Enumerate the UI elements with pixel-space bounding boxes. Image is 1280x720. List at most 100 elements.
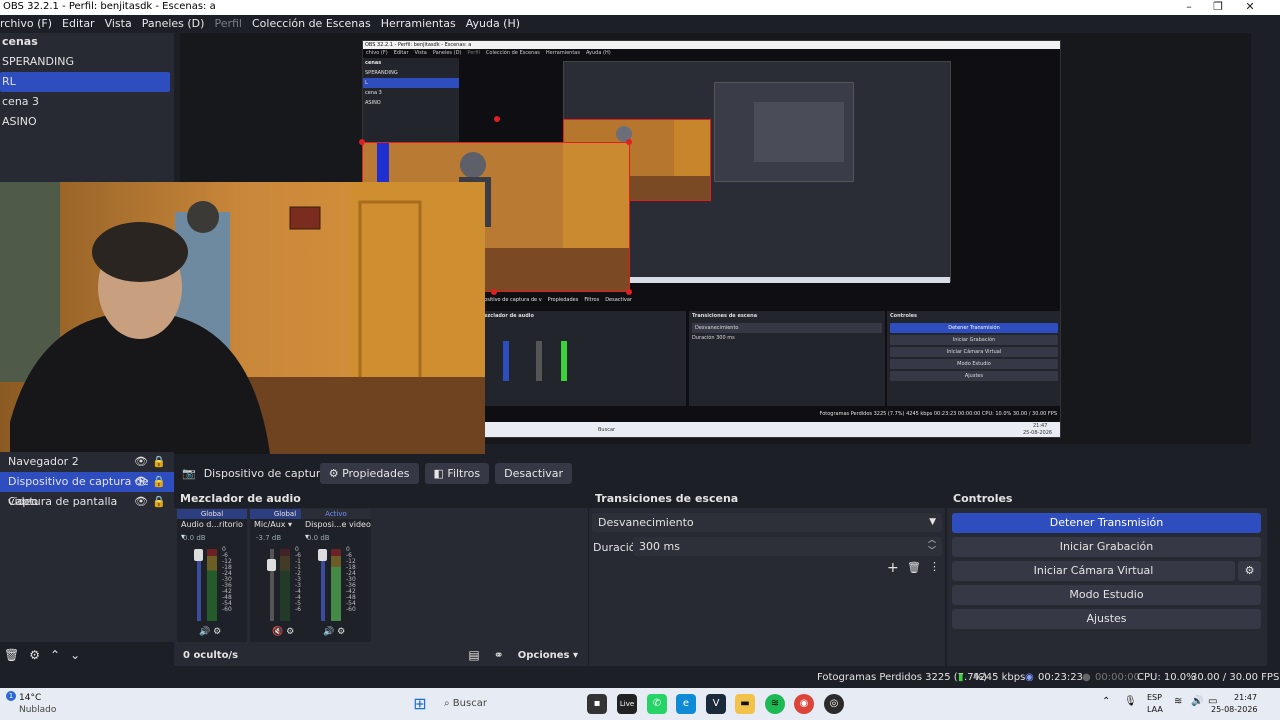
speaker-icon[interactable]: 🔊	[199, 627, 210, 637]
channel-tag: Global	[177, 509, 247, 519]
transition-select[interactable]: Desvanecimiento ▼	[592, 513, 942, 532]
trash-icon[interactable]: 🗑	[4, 648, 19, 662]
layout-icon[interactable]: ▤	[468, 648, 479, 662]
transition-selected: Desvanecimiento	[598, 516, 694, 529]
menu-file[interactable]: rchivo (F)	[0, 15, 57, 33]
gear-icon[interactable]: ⚙	[337, 627, 345, 637]
nested-controls: Controles Detener Transmisión Iniciar Gr…	[887, 311, 1060, 406]
channel-name[interactable]: Disposi...e video ▾	[301, 519, 371, 541]
spotify-icon[interactable]: ≋	[765, 694, 785, 714]
edge-icon[interactable]: e	[676, 694, 696, 714]
task-view-icon[interactable]: ▪	[587, 694, 607, 714]
language-1[interactable]: ESP	[1147, 693, 1162, 702]
live-app-icon[interactable]: Live	[617, 694, 637, 714]
settings-button[interactable]: Ajustes	[952, 609, 1261, 629]
fader-knob[interactable]	[194, 549, 203, 561]
language-2[interactable]: LAA	[1147, 705, 1163, 714]
mixer-channel: Activo Disposi...e video ▾ 0.0 dB 0 -6 -12…	[301, 509, 371, 642]
whatsapp-icon[interactable]: ✆	[647, 694, 667, 714]
move-up-icon[interactable]: ⌃	[50, 648, 60, 662]
stop-streaming-button[interactable]: Detener Transmisión	[952, 513, 1261, 533]
duration-spinbox[interactable]: 300 ms ︿ ﹀	[633, 534, 942, 556]
fader-knob[interactable]	[318, 549, 327, 561]
scene-item[interactable]: ASINO	[0, 112, 170, 132]
lock-icon[interactable]: 🔒	[152, 452, 166, 472]
nested-fader	[536, 341, 542, 381]
transform-handle[interactable]	[626, 289, 632, 295]
menu-help[interactable]: Ayuda (H)	[461, 15, 525, 33]
nested-date: 25-08-2026	[1023, 430, 1053, 436]
wifi-icon[interactable]: ≋	[1174, 696, 1182, 707]
filters-button[interactable]: ◧ Filtros	[424, 462, 490, 484]
muted-speaker-icon[interactable]: 🔇	[272, 627, 283, 637]
menu-docks[interactable]: Paneles (D)	[137, 15, 210, 33]
mixer-options-button[interactable]: Opciones ▾	[518, 650, 578, 661]
menu-tools[interactable]: Herramientas	[376, 15, 461, 33]
window-titlebar: OBS 32.2.1 - Perfil: benjitasdk - Escena…	[0, 0, 1280, 15]
transform-handle[interactable]	[494, 116, 500, 122]
mixer-footer: 0 oculto/s ▤ ⚭ Opciones ▾	[174, 645, 588, 665]
source-item[interactable]: Navegador 2 👁 🔒	[0, 452, 174, 472]
nested-control-button: Modo Estudio	[890, 359, 1058, 369]
scene-item[interactable]: cena 3	[0, 92, 170, 112]
volume-icon[interactable]: 🔊	[1191, 696, 1203, 707]
minimize-icon[interactable]: –	[1175, 0, 1203, 15]
clock-date[interactable]: 25-08-2026	[1211, 705, 1258, 714]
spinner-icon[interactable]: ︿ ﹀	[928, 534, 936, 556]
trash-icon[interactable]: 🗑	[907, 561, 921, 574]
v-app-icon[interactable]: V	[706, 694, 726, 714]
record-icon: ●	[1082, 672, 1091, 683]
close-icon[interactable]: ✕	[1236, 0, 1264, 15]
file-explorer-icon[interactable]: ▬	[735, 694, 755, 714]
nested-menu-item: Perfil	[467, 50, 480, 56]
speaker-icon[interactable]: 🔊	[323, 627, 334, 637]
weather-temp[interactable]: 14°C	[19, 693, 41, 703]
menu-view[interactable]: Vista	[100, 15, 137, 33]
mixer-title: Mezclador de audio	[174, 490, 588, 508]
transform-handle[interactable]	[491, 289, 497, 295]
chrome-icon[interactable]: ◉	[794, 694, 814, 714]
fader-knob[interactable]	[267, 559, 276, 571]
virtual-camera-settings-button[interactable]: ⚙	[1238, 561, 1261, 581]
clock-time[interactable]: 21:47	[1234, 693, 1257, 702]
eye-icon[interactable]: 👁	[134, 492, 148, 512]
controls-dock: Controles Detener Transmisión Iniciar Gr…	[947, 490, 1267, 666]
more-icon[interactable]: ⋮	[929, 560, 940, 573]
channel-name[interactable]: Audio d...ritorio ▾	[177, 519, 247, 541]
eye-icon[interactable]: 👁	[134, 472, 148, 492]
microphone-icon[interactable]: 🎙	[1124, 696, 1137, 707]
scene-item-selected[interactable]: RL	[0, 72, 170, 92]
properties-button[interactable]: ⚙ Propiedades	[319, 462, 419, 484]
nested-control-button: Iniciar Cámara Virtual	[890, 347, 1058, 357]
transform-handle[interactable]	[626, 139, 632, 145]
chevron-up-icon[interactable]: ⌃	[1102, 696, 1110, 707]
source-item-selected[interactable]: Dispositivo de captura de video 👁 🔒	[0, 472, 174, 508]
gear-icon[interactable]: ⚙	[29, 648, 40, 662]
deactivate-button[interactable]: Desactivar	[495, 462, 573, 484]
nested-meter	[561, 341, 567, 381]
stream-icon: ◉	[1025, 672, 1034, 683]
gear-icon[interactable]: ⚙	[286, 627, 294, 637]
taskbar-search[interactable]: ⌕ Buscar	[436, 692, 576, 716]
menu-profile[interactable]: Perfil	[209, 15, 247, 33]
transform-handle[interactable]	[359, 139, 365, 145]
menu-edit[interactable]: Editar	[57, 15, 100, 33]
db-scale-tick: -60	[222, 606, 232, 613]
studio-mode-button[interactable]: Modo Estudio	[952, 585, 1261, 605]
move-down-icon[interactable]: ⌄	[70, 648, 80, 662]
eye-icon[interactable]: 👁	[134, 452, 148, 472]
lock-icon[interactable]: 🔒	[152, 472, 166, 492]
start-recording-button[interactable]: Iniciar Grabación	[952, 537, 1261, 557]
windows-start-icon[interactable]: ⊞	[410, 694, 430, 714]
menu-scene-collection[interactable]: Colección de Escenas	[247, 15, 376, 33]
obs-icon[interactable]: ◎	[824, 694, 844, 714]
lock-icon[interactable]: 🔒	[152, 492, 166, 512]
gear-icon[interactable]: ⚙	[213, 627, 221, 637]
start-virtual-camera-button[interactable]: Iniciar Cámara Virtual	[952, 561, 1235, 581]
link-icon[interactable]: ⚭	[494, 648, 504, 662]
db-scale: 0 -6 -12 -18 -24 -30 -36 -42 -48 -54 -60	[346, 547, 356, 613]
scene-item[interactable]: SPERANDING	[0, 52, 170, 72]
maximize-icon[interactable]: ❐	[1204, 0, 1232, 15]
source-item[interactable]: Captura de pantalla 👁 🔒	[0, 492, 174, 512]
add-icon[interactable]: +	[887, 560, 899, 576]
